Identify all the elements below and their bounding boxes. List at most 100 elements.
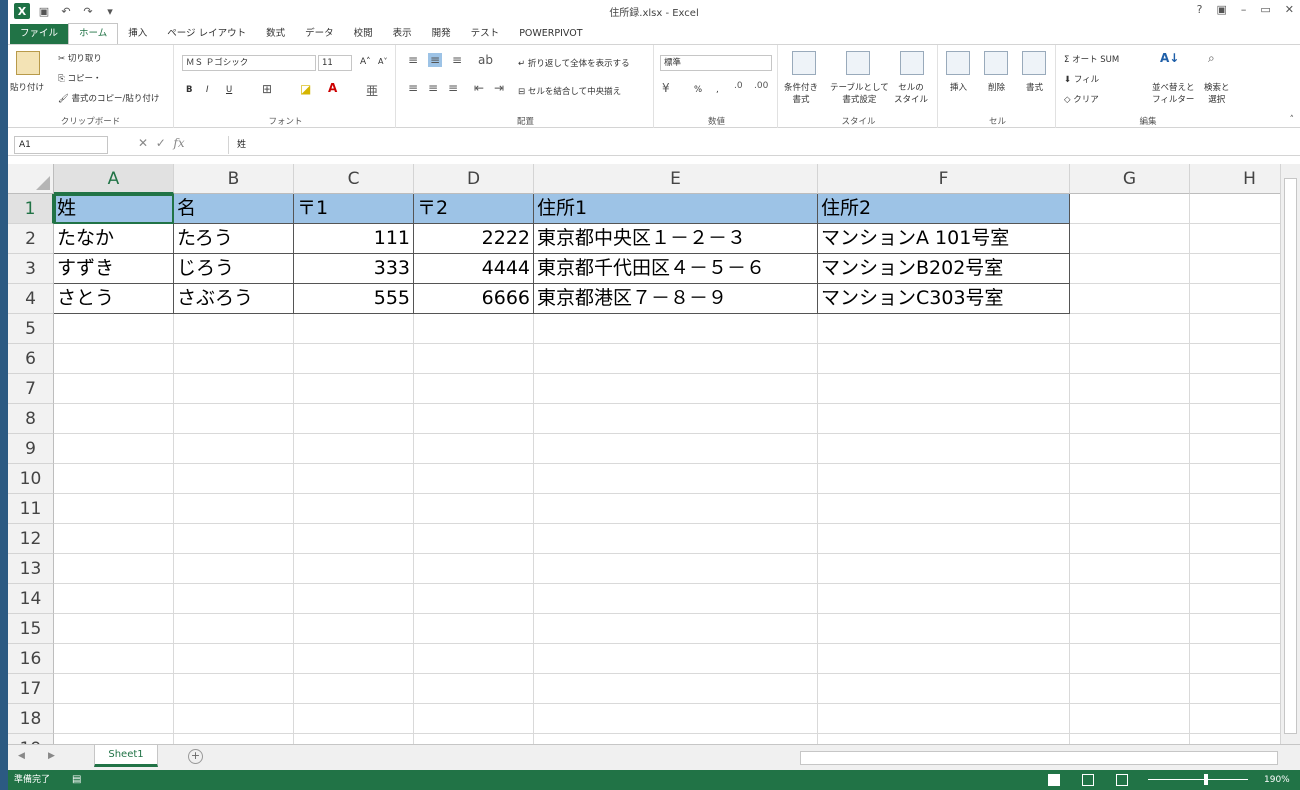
cell[interactable]	[1190, 344, 1280, 374]
currency-icon[interactable]: ¥	[662, 81, 670, 95]
conditional-formatting-button[interactable]: 条件付き 書式	[784, 81, 818, 105]
cell[interactable]	[294, 704, 414, 734]
maximize-icon[interactable]: ▭	[1260, 3, 1270, 16]
cell[interactable]	[1070, 554, 1190, 584]
cell[interactable]	[294, 554, 414, 584]
cell[interactable]	[534, 644, 818, 674]
autosum-button[interactable]: Σ オート SUM	[1064, 53, 1119, 65]
cell[interactable]	[534, 554, 818, 584]
tab-powerpivot[interactable]: POWERPIVOT	[509, 24, 592, 44]
tab-file[interactable]: ファイル	[10, 24, 69, 44]
tab-test[interactable]: テスト	[461, 24, 510, 44]
select-all-button[interactable]	[8, 164, 54, 194]
cell[interactable]	[294, 584, 414, 614]
cell[interactable]	[54, 674, 174, 704]
align-center-icon[interactable]: ≡	[428, 81, 438, 95]
cell[interactable]	[174, 314, 294, 344]
cell[interactable]	[54, 374, 174, 404]
bold-button[interactable]: B	[186, 85, 192, 95]
cell[interactable]	[1190, 194, 1280, 224]
tab-home[interactable]: ホーム	[68, 23, 119, 44]
row-header-7[interactable]: 7	[8, 374, 54, 404]
help-icon[interactable]: ?	[1197, 3, 1203, 16]
percent-button[interactable]: %	[694, 85, 702, 95]
cell-c2[interactable]: 111	[294, 224, 414, 254]
row-header-3[interactable]: 3	[8, 254, 54, 284]
cell[interactable]	[1070, 674, 1190, 704]
cell-c3[interactable]: 333	[294, 254, 414, 284]
cell[interactable]	[818, 524, 1070, 554]
cell[interactable]	[1190, 644, 1280, 674]
column-header-b[interactable]: B	[174, 164, 294, 194]
cell[interactable]	[1190, 524, 1280, 554]
format-as-table-icon[interactable]	[846, 51, 870, 75]
cell-f1[interactable]: 住所2	[818, 194, 1070, 224]
cell[interactable]	[414, 404, 534, 434]
font-name-select[interactable]: ＭＳ Ｐゴシック	[182, 55, 316, 71]
cell[interactable]	[174, 494, 294, 524]
minimize-icon[interactable]: –	[1241, 3, 1247, 16]
cell[interactable]	[174, 464, 294, 494]
cell-f3[interactable]: マンションB202号室	[818, 254, 1070, 284]
tab-view[interactable]: 表示	[383, 24, 422, 44]
paste-button[interactable]: 貼り付け	[10, 81, 44, 93]
cell[interactable]	[1190, 704, 1280, 734]
cell[interactable]	[414, 614, 534, 644]
cell[interactable]	[54, 464, 174, 494]
format-as-table-button[interactable]: テーブルとして 書式設定	[830, 81, 889, 105]
cell[interactable]	[818, 374, 1070, 404]
row-header-6[interactable]: 6	[8, 344, 54, 374]
tab-data[interactable]: データ	[295, 24, 344, 44]
row-header-12[interactable]: 12	[8, 524, 54, 554]
number-format-select[interactable]: 標準	[660, 55, 772, 71]
cell[interactable]	[534, 734, 818, 744]
cell-e1[interactable]: 住所1	[534, 194, 818, 224]
find-select-button[interactable]: 検索と 選択	[1204, 81, 1230, 105]
cell[interactable]	[1070, 254, 1190, 284]
row-header-15[interactable]: 15	[8, 614, 54, 644]
tab-formulas[interactable]: 数式	[256, 24, 295, 44]
fill-button[interactable]: ⬇ フィル	[1064, 73, 1099, 85]
cell-e4[interactable]: 東京都港区７－８－９	[534, 284, 818, 314]
cell[interactable]	[1190, 224, 1280, 254]
close-icon[interactable]: ✕	[1285, 3, 1294, 16]
cell[interactable]	[818, 404, 1070, 434]
cell[interactable]	[414, 494, 534, 524]
customize-qat-icon[interactable]: ▾	[102, 5, 118, 18]
cell[interactable]	[818, 584, 1070, 614]
row-header-4[interactable]: 4	[8, 284, 54, 314]
zoom-slider-thumb[interactable]	[1204, 774, 1208, 785]
row-header-14[interactable]: 14	[8, 584, 54, 614]
cell[interactable]	[294, 344, 414, 374]
tab-developer[interactable]: 開発	[422, 24, 461, 44]
cell[interactable]	[414, 554, 534, 584]
insert-function-icon[interactable]: fx	[173, 136, 184, 150]
cell-e3[interactable]: 東京都千代田区４－５－６	[534, 254, 818, 284]
cell[interactable]	[174, 674, 294, 704]
column-header-c[interactable]: C	[294, 164, 414, 194]
row-header-1[interactable]: 1	[8, 194, 54, 224]
cell-c1[interactable]: 〒1	[294, 194, 414, 224]
cell[interactable]	[54, 434, 174, 464]
cell[interactable]	[54, 584, 174, 614]
cell[interactable]	[818, 314, 1070, 344]
row-header-11[interactable]: 11	[8, 494, 54, 524]
cell-f4[interactable]: マンションC303号室	[818, 284, 1070, 314]
cell[interactable]	[54, 554, 174, 584]
cell-f2[interactable]: マンションA 101号室	[818, 224, 1070, 254]
redo-icon[interactable]: ↷	[80, 5, 96, 18]
cell[interactable]	[534, 674, 818, 704]
delete-cells-button[interactable]: 削除	[988, 81, 1005, 93]
cell[interactable]	[54, 404, 174, 434]
cell[interactable]	[174, 404, 294, 434]
cell[interactable]	[818, 554, 1070, 584]
cell[interactable]	[294, 524, 414, 554]
cell[interactable]	[1190, 554, 1280, 584]
cell-a4[interactable]: さとう	[54, 284, 174, 314]
phonetic-icon[interactable]: 亜	[366, 82, 378, 99]
cell[interactable]	[414, 674, 534, 704]
cell[interactable]	[818, 704, 1070, 734]
cell-a3[interactable]: すずき	[54, 254, 174, 284]
cell[interactable]	[414, 704, 534, 734]
cell[interactable]	[818, 644, 1070, 674]
